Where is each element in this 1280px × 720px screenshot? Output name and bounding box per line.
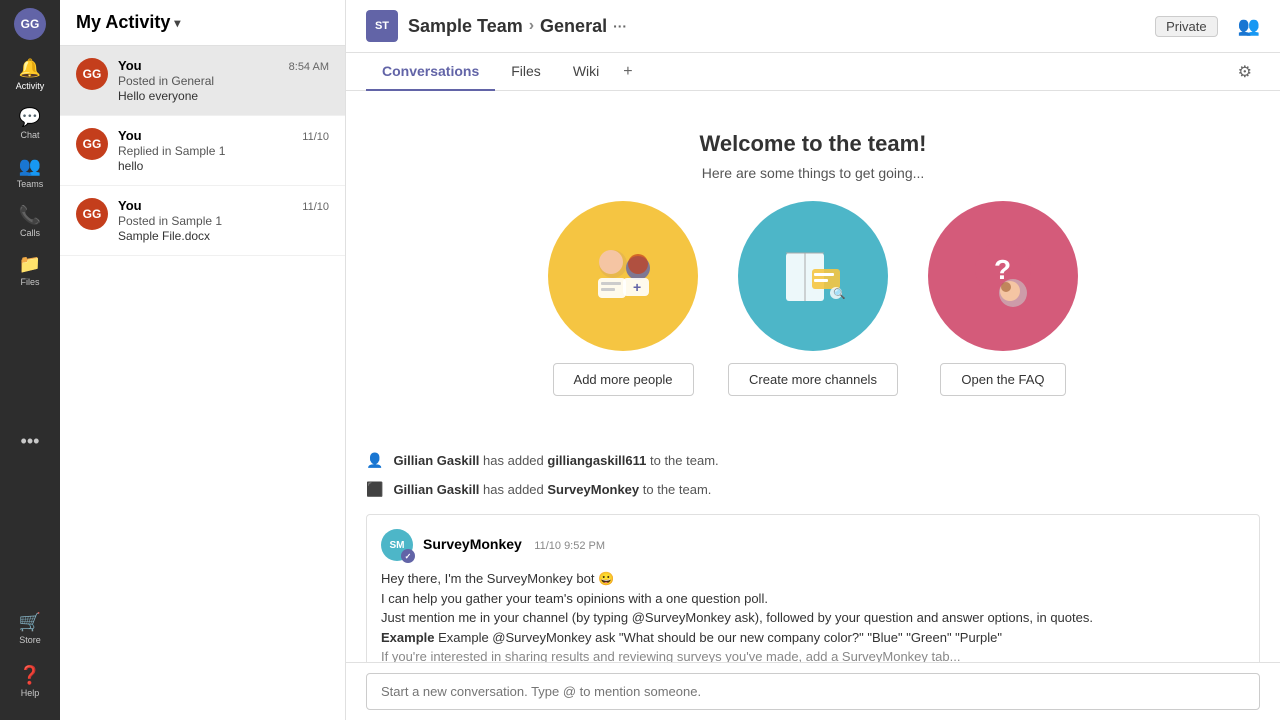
activity-item-sub: Posted in Sample 1 <box>118 214 329 228</box>
tab-files[interactable]: Files <box>495 53 557 91</box>
activity-item-time: 8:54 AM <box>289 61 329 73</box>
channel-title: Sample Team › General ··· <box>408 16 1145 37</box>
activity-item-sub: Replied in Sample 1 <box>118 144 329 158</box>
channel-more-icon[interactable]: ··· <box>613 18 627 34</box>
message-input[interactable] <box>366 673 1260 710</box>
person-add-icon: 👤 <box>366 452 383 469</box>
channel-header: ST Sample Team › General ··· Private 👥 <box>346 0 1280 53</box>
sidebar-item-teams[interactable]: 👥 Teams <box>4 150 56 195</box>
activity-item-content: You 11/10 Posted in Sample 1 Sample File… <box>118 198 329 243</box>
add-people-illustration: + <box>548 201 698 351</box>
avatar: GG <box>76 128 108 160</box>
survey-monkey-message: SM ✓ SurveyMonkey 11/10 9:52 PM Hey ther… <box>366 514 1260 662</box>
tab-conversations[interactable]: Conversations <box>366 53 495 91</box>
welcome-card-add-people: + Add more people <box>548 201 698 396</box>
welcome-section: Welcome to the team! Here are some thing… <box>366 111 1260 446</box>
tab-add-icon[interactable]: + <box>615 55 640 89</box>
store-icon: 🛒 <box>19 612 41 633</box>
system-msg-text-1: Gillian Gaskill has added gilliangaskill… <box>393 453 718 468</box>
welcome-subtitle: Here are some things to get going... <box>366 165 1260 181</box>
tabs: Conversations Files Wiki + ⚙ <box>346 53 1280 91</box>
sidebar-item-label: Activity <box>16 81 45 91</box>
sidebar-item-files[interactable]: 📁 Files <box>4 248 56 293</box>
msg-sender-name: SurveyMonkey <box>423 536 522 552</box>
avatar: GG <box>76 58 108 90</box>
activity-item-msg: hello <box>118 159 329 173</box>
team-name: Sample Team <box>408 16 523 37</box>
activity-item-name: You <box>118 58 142 73</box>
activity-item-content: You 11/10 Replied in Sample 1 hello <box>118 128 329 173</box>
activity-item-time: 11/10 <box>302 131 329 143</box>
activity-item-content: You 8:54 AM Posted in General Hello ever… <box>118 58 329 103</box>
system-msg-text-2: Gillian Gaskill has added SurveyMonkey t… <box>393 482 711 497</box>
welcome-card-channels: 🔍 Create more channels <box>728 201 898 396</box>
bot-badge: ✓ <box>401 549 415 563</box>
chat-icon: 💬 <box>19 107 41 128</box>
msg-header: SM ✓ SurveyMonkey 11/10 9:52 PM <box>381 529 1245 561</box>
activity-title: My Activity <box>76 12 170 33</box>
welcome-title: Welcome to the team! <box>366 131 1260 157</box>
sidebar-item-store[interactable]: 🛒 Store <box>4 606 56 651</box>
activity-chevron-icon[interactable]: ▾ <box>174 16 180 30</box>
msg-name-block: SurveyMonkey 11/10 9:52 PM <box>423 536 605 554</box>
activity-item-sub: Posted in General <box>118 74 329 88</box>
activity-header: My Activity ▾ <box>60 0 345 46</box>
user-avatar[interactable]: GG <box>14 8 46 40</box>
sidebar-item-activity[interactable]: 🔔 Activity <box>4 52 56 97</box>
files-icon: 📁 <box>19 254 41 275</box>
sidebar: GG 🔔 Activity 💬 Chat 👥 Teams 📞 Calls 📁 F… <box>0 0 60 720</box>
msg-timestamp: 11/10 9:52 PM <box>534 540 605 552</box>
open-faq-button[interactable]: Open the FAQ <box>940 363 1065 396</box>
activity-item-name: You <box>118 198 142 213</box>
faq-illustration: ? <box>928 201 1078 351</box>
welcome-card-faq: ? Open the FAQ <box>928 201 1078 396</box>
teams-icon: 👥 <box>19 156 41 177</box>
app-add-icon: ⬛ <box>366 481 383 498</box>
conversation-area[interactable]: Welcome to the team! Here are some thing… <box>346 91 1280 662</box>
svg-text:+: + <box>633 279 641 295</box>
welcome-cards: + Add more people <box>366 201 1260 396</box>
system-message-2: ⬛ Gillian Gaskill has added SurveyMonkey… <box>366 475 1260 504</box>
channel-name: General <box>540 16 607 37</box>
create-more-channels-button[interactable]: Create more channels <box>728 363 898 396</box>
activity-item[interactable]: GG You 11/10 Replied in Sample 1 hello <box>60 116 345 186</box>
activity-item[interactable]: GG You 11/10 Posted in Sample 1 Sample F… <box>60 186 345 256</box>
tab-settings-icon[interactable]: ⚙ <box>1230 54 1260 90</box>
add-more-people-button[interactable]: Add more people <box>553 363 694 396</box>
sidebar-item-chat[interactable]: 💬 Chat <box>4 101 56 146</box>
main-content: ST Sample Team › General ··· Private 👥 C… <box>346 0 1280 720</box>
sidebar-help-label: Help <box>21 688 40 698</box>
sidebar-more[interactable]: ••• <box>21 431 40 452</box>
team-icon: ST <box>366 10 398 42</box>
activity-item-msg: Sample File.docx <box>118 229 329 243</box>
activity-icon: 🔔 <box>19 58 41 79</box>
avatar: GG <box>76 198 108 230</box>
activity-panel: My Activity ▾ GG You 8:54 AM Posted in G… <box>60 0 346 720</box>
sidebar-store-label: Store <box>19 635 41 645</box>
activity-item-name: You <box>118 128 142 143</box>
channels-illustration: 🔍 <box>738 201 888 351</box>
tab-wiki[interactable]: Wiki <box>557 53 615 91</box>
activity-item-time: 11/10 <box>302 201 329 213</box>
sidebar-calls-label: Calls <box>20 228 40 238</box>
activity-item[interactable]: GG You 8:54 AM Posted in General Hello e… <box>60 46 345 116</box>
help-icon: ❓ <box>19 665 41 686</box>
activity-item-msg: Hello everyone <box>118 89 329 103</box>
calls-icon: 📞 <box>19 205 41 226</box>
private-badge: Private <box>1155 16 1217 37</box>
sidebar-item-help[interactable]: ❓ Help <box>4 659 56 704</box>
sidebar-chat-label: Chat <box>20 130 39 140</box>
msg-body: Hey there, I'm the SurveyMonkey bot 😀 I … <box>381 569 1245 662</box>
members-icon[interactable]: 👥 <box>1238 16 1260 37</box>
sidebar-teams-label: Teams <box>17 179 44 189</box>
system-message-1: 👤 Gillian Gaskill has added gilliangaski… <box>366 446 1260 475</box>
input-bar <box>346 662 1280 720</box>
svg-text:🔍: 🔍 <box>833 287 845 300</box>
sidebar-files-label: Files <box>20 277 39 287</box>
sidebar-item-calls[interactable]: 📞 Calls <box>4 199 56 244</box>
survey-monkey-avatar: SM ✓ <box>381 529 413 561</box>
